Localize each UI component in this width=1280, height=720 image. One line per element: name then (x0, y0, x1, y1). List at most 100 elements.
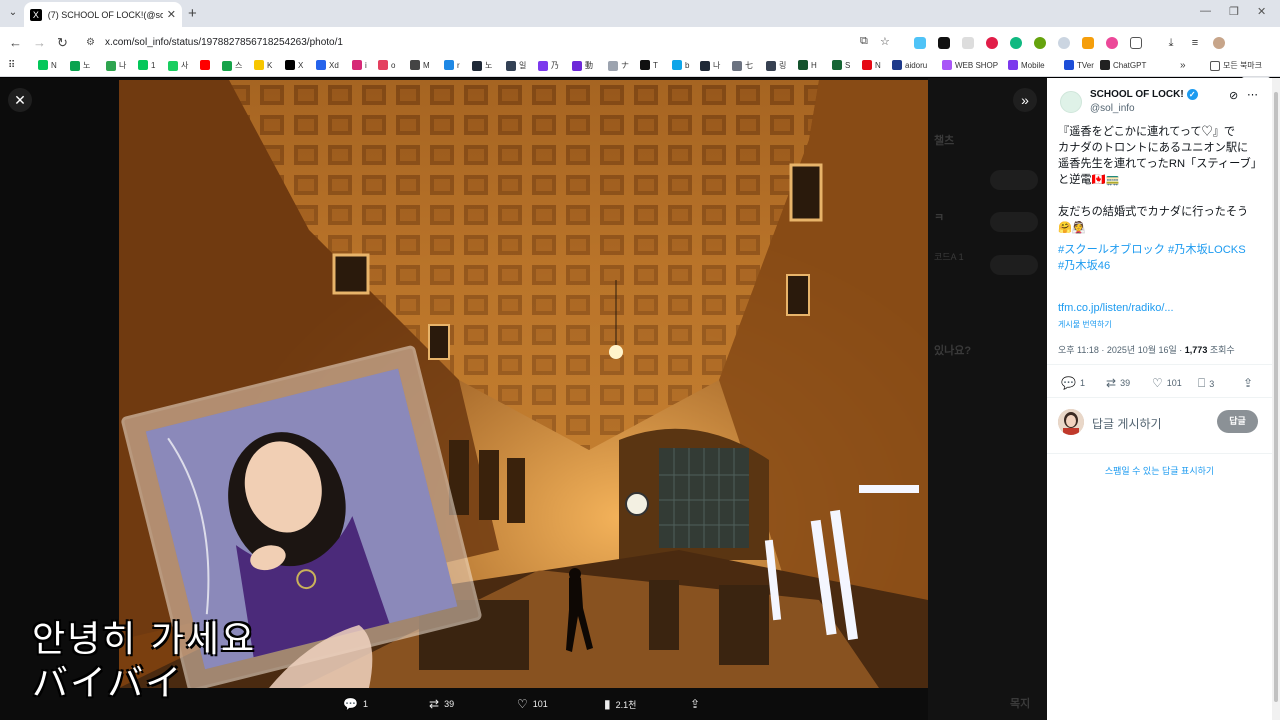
toggle-sidebar-button[interactable]: » (1013, 88, 1037, 112)
bookmark-item[interactable]: aidoru (892, 60, 927, 70)
browser-tab[interactable]: X (7) SCHOOL OF LOCK!(@sol_i... ✕ (24, 2, 182, 27)
reply-button[interactable]: 💬 1 (1061, 376, 1085, 390)
account-name[interactable]: SCHOOL OF LOCK! ✓ (1090, 89, 1198, 100)
download-icon[interactable]: ⤓ (1165, 37, 1177, 49)
bookmarks-more-icon[interactable]: » (1180, 60, 1186, 71)
all-bookmarks-folder[interactable]: 모든 북마크 (1210, 60, 1262, 71)
reply-icon: 💬 (1061, 376, 1076, 390)
account-handle[interactable]: @sol_info (1090, 103, 1135, 114)
bookmark-item[interactable]: ナ (608, 60, 629, 71)
bookmark-item[interactable]: 스 (222, 60, 242, 71)
bookmark-item[interactable]: 나 (700, 60, 720, 71)
address-bar[interactable]: ⚙ x.com/sol_info/status/1978827856718254… (78, 30, 898, 54)
post-text-line: 友だちの結婚式でカナダに行ったそう (1058, 206, 1249, 218)
bookmark-item[interactable]: K (254, 60, 272, 70)
extension-icon[interactable] (938, 37, 950, 49)
bookmark-item[interactable]: M (410, 60, 430, 70)
translate-post-link[interactable]: 게시물 번역하기 (1058, 319, 1112, 330)
bookmark-item[interactable]: 1 (138, 60, 155, 70)
restore-icon[interactable]: ❐ (1229, 5, 1239, 18)
bookmark-label: o (391, 60, 396, 70)
bookmark-item[interactable]: 七 (732, 60, 753, 71)
extension-icon[interactable] (986, 37, 998, 49)
account-avatar[interactable] (1060, 91, 1082, 113)
bookmark-item[interactable]: Xd (316, 60, 339, 70)
forward-icon[interactable]: → (33, 35, 46, 50)
reload-icon[interactable]: ↻ (57, 35, 68, 51)
media-icon[interactable]: ≡ (1189, 37, 1201, 49)
close-viewer-button[interactable]: ✕ (8, 88, 32, 112)
hashtag-link[interactable]: #乃木坂46 (1058, 258, 1264, 274)
extensions-puzzle-icon[interactable] (1130, 37, 1142, 49)
bookmark-item[interactable]: T (640, 60, 658, 70)
bookmark-item[interactable]: b (672, 60, 689, 70)
external-link[interactable]: tfm.co.jp/listen/radiko/... (1058, 302, 1174, 314)
bookmark-star-icon[interactable]: ☆ (880, 35, 890, 48)
bookmark-label: 七 (745, 61, 753, 70)
bookmark-item[interactable]: 나 (106, 60, 126, 71)
tab-search-icon[interactable]: ⌄ (6, 6, 20, 20)
post-timestamp[interactable]: 오후 11:18 · 2025년 10월 16일 · (1058, 345, 1185, 355)
like-button[interactable]: ♡ 101 (1152, 376, 1182, 390)
viewer-like-button[interactable]: ♡ 101 (517, 697, 548, 711)
grok-icon[interactable]: ⊘ (1229, 89, 1238, 102)
bookmark-item[interactable]: N (862, 60, 881, 70)
reply-input[interactable]: 답글 게시하기 (1092, 415, 1162, 432)
subtitle-line-japanese: バイバイ (32, 663, 184, 704)
extension-icon[interactable] (1106, 37, 1118, 49)
bookmark-item[interactable]: 動 (572, 60, 593, 71)
apps-icon[interactable]: ⠿ (8, 60, 15, 71)
bookmark-item[interactable]: X (285, 60, 303, 70)
bookmark-item[interactable]: ChatGPT (1100, 60, 1146, 70)
bookmark-item[interactable]: 노 (70, 60, 90, 71)
bookmark-item[interactable]: S (832, 60, 850, 70)
window-close-icon[interactable]: ✕ (1257, 5, 1266, 18)
site-info-icon[interactable]: ⚙ (86, 37, 95, 48)
bookmark-button[interactable]: ⎕ 3 (1198, 376, 1214, 391)
bookmark-item[interactable]: 일 (506, 60, 526, 71)
dimmed-button (990, 255, 1038, 275)
hashtag-link[interactable]: #スクールオブロック #乃木坂LOCKS (1058, 242, 1264, 258)
more-options-icon[interactable]: ⋯ (1247, 88, 1258, 101)
scrollbar-thumb[interactable] (1274, 92, 1278, 702)
bookmark-item[interactable]: 사 (168, 60, 188, 71)
viewer-reply-button[interactable]: 💬 1 (343, 697, 368, 711)
retweet-button[interactable]: ⇄ 39 (1106, 376, 1130, 390)
bookmark-label: WEB SHOP (955, 60, 999, 70)
extension-icon[interactable] (914, 37, 926, 49)
extension-icon[interactable] (962, 37, 974, 49)
new-tab-button[interactable]: + (188, 5, 197, 22)
extension-icon[interactable] (1058, 37, 1070, 49)
tab-close-icon[interactable]: ✕ (167, 8, 176, 21)
extension-icon[interactable] (1034, 37, 1046, 49)
user-avatar[interactable] (1058, 409, 1084, 435)
viewer-views-button[interactable]: ▮ 2.1천 (604, 697, 636, 711)
bookmark-item[interactable]: TVer (1064, 60, 1094, 70)
bookmark-item[interactable]: 링 (766, 60, 786, 71)
bookmark-item[interactable]: WEB SHOP (942, 60, 998, 70)
bookmark-item[interactable]: 乃 (538, 60, 559, 71)
tweet-photo[interactable] (119, 80, 928, 688)
viewer-share-button[interactable]: ⇪ (690, 697, 705, 711)
cast-icon[interactable]: ⧉ (860, 35, 868, 48)
bookmark-item[interactable]: Mobile (1008, 60, 1045, 70)
viewer-retweet-button[interactable]: ⇄ 39 (429, 697, 454, 711)
bookmark-item[interactable]: 노 (472, 60, 492, 71)
share-button[interactable]: ⇪ (1243, 376, 1257, 390)
bookmark-item[interactable]: H (798, 60, 817, 70)
extension-icon[interactable] (1082, 37, 1094, 49)
panel-scrollbar[interactable] (1272, 78, 1280, 720)
minimize-icon[interactable]: — (1200, 5, 1211, 17)
bookmark-item[interactable]: i (352, 60, 367, 70)
back-icon[interactable]: ← (9, 35, 22, 50)
bookmark-item[interactable] (200, 60, 213, 70)
x-favicon-icon: X (30, 8, 42, 21)
bookmark-item[interactable]: N (38, 60, 57, 70)
bookmark-label: 動 (585, 61, 593, 70)
bookmark-item[interactable]: r (444, 60, 460, 70)
avatar[interactable] (1213, 37, 1225, 49)
reply-submit-button[interactable]: 답글 (1217, 410, 1258, 433)
extension-icon[interactable] (1010, 37, 1022, 49)
show-spam-replies-link[interactable]: 스팸일 수 있는 답글 표시하기 (1047, 464, 1272, 477)
bookmark-item[interactable]: o (378, 60, 395, 70)
